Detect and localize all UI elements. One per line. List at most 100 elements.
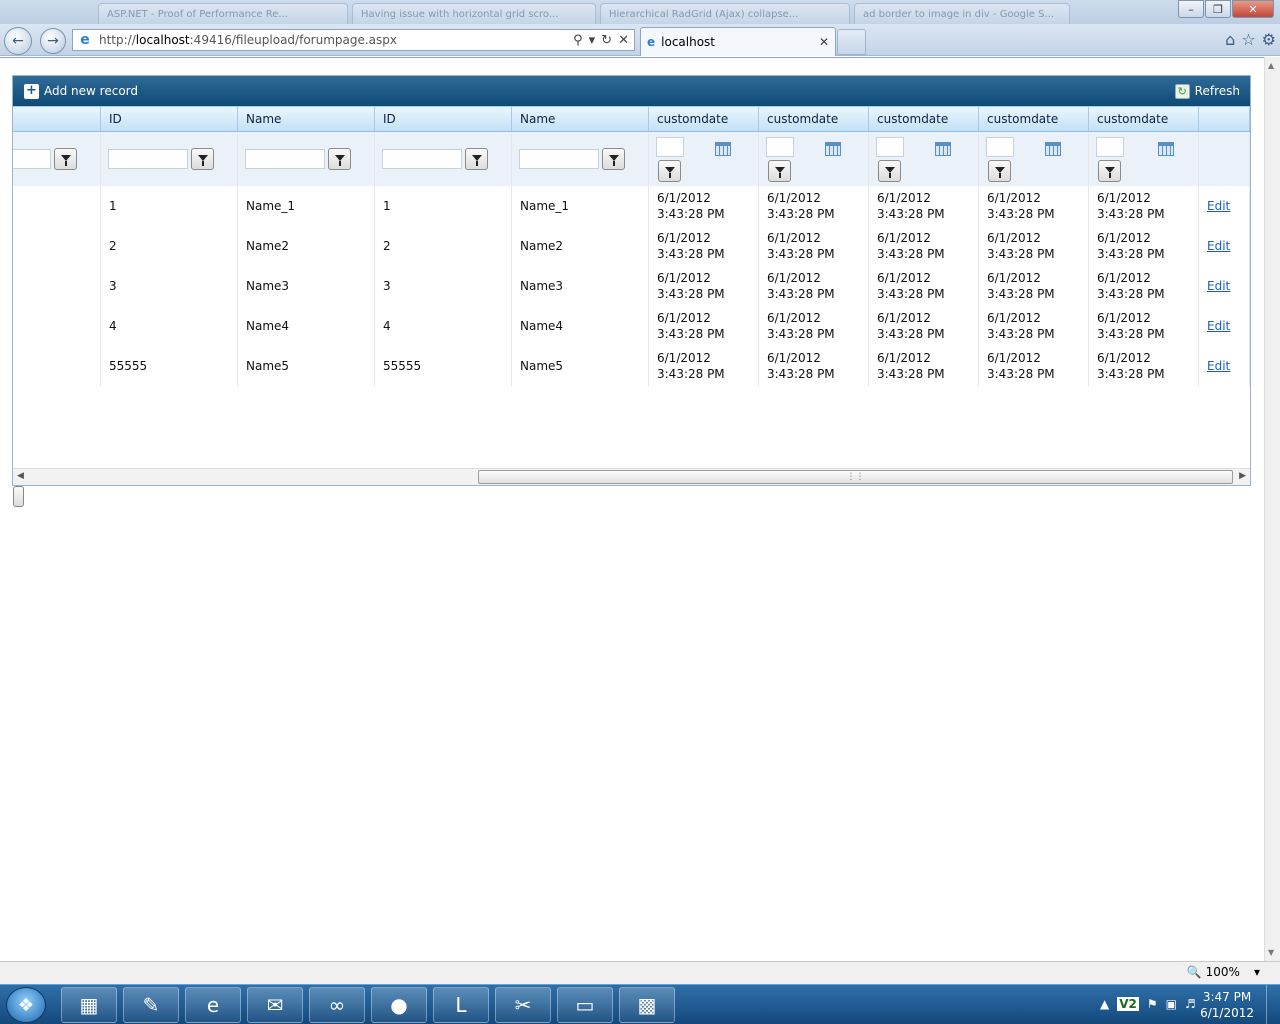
column-header-customdate-4[interactable]: customdate (979, 107, 1089, 131)
filter-input-id[interactable] (108, 149, 188, 169)
horizontal-scrollbar[interactable]: ◀ ⋮⋮ ▶ (13, 468, 1250, 485)
filter-button[interactable] (54, 148, 77, 170)
taskbar-app-1[interactable]: ▦ (61, 987, 117, 1023)
zoom-control[interactable]: 🔍 100% ▾ (1187, 965, 1260, 979)
background-tab-1[interactable]: ASP.NET - Proof of Performance Re... (98, 3, 348, 25)
calendar-icon[interactable] (1158, 142, 1174, 156)
network-status-icon[interactable]: ▣ (1166, 997, 1177, 1011)
taskbar-app-10[interactable]: ▩ (619, 987, 675, 1023)
filter-input[interactable] (13, 149, 51, 169)
clock[interactable]: 3:47 PM 6/1/2012 (1200, 989, 1254, 1021)
show-desktop-button[interactable] (1266, 985, 1280, 1024)
show-hidden-icons-icon[interactable]: ▲ (1100, 997, 1109, 1011)
tray-app-label[interactable]: V2 (1117, 997, 1139, 1011)
refresh-button[interactable]: ↻ Refresh (1174, 83, 1240, 99)
column-header-customdate-5[interactable]: customdate (1089, 107, 1199, 131)
background-tab-4[interactable]: ad border to image in div - Google S... (854, 3, 1070, 25)
edit-link[interactable]: Edit (1207, 359, 1230, 373)
date-filter-button[interactable] (1098, 160, 1121, 182)
scroll-right-icon[interactable]: ▶ (1239, 471, 1246, 481)
column-header-name-2[interactable]: Name (512, 107, 649, 131)
address-url[interactable]: http://localhost:49416/fileupload/forump… (99, 33, 573, 47)
date-filter-button[interactable] (658, 160, 681, 182)
date-filter-input[interactable] (876, 137, 904, 157)
filter-input-name[interactable] (245, 149, 325, 169)
edit-link[interactable]: Edit (1207, 319, 1230, 333)
scroll-left-icon[interactable]: ◀ (17, 471, 24, 481)
refresh-icon[interactable]: ↻ (601, 33, 612, 48)
tools-gear-icon[interactable]: ⚙ (1262, 30, 1276, 49)
scroll-down-icon[interactable]: ▼ (1268, 948, 1274, 957)
taskbar-app-9[interactable]: ▭ (557, 987, 613, 1023)
taskbar-app-2[interactable]: ✎ (123, 987, 179, 1023)
url-path: :49416/fileupload/forumpage.aspx (189, 33, 397, 47)
date-filter-input[interactable] (766, 137, 794, 157)
filter-cell-name (238, 132, 375, 186)
edit-link[interactable]: Edit (1207, 199, 1230, 213)
column-header-customdate-2[interactable]: customdate (759, 107, 869, 131)
pager-handle[interactable] (13, 486, 24, 507)
column-header-customdate-3[interactable]: customdate (869, 107, 979, 131)
column-header-name[interactable]: Name (238, 107, 375, 131)
close-window-button[interactable]: ✕ (1232, 0, 1274, 18)
filter-button-id[interactable] (191, 148, 214, 170)
horizontal-scroll-thumb[interactable]: ⋮⋮ (478, 470, 1233, 484)
favorites-star-icon[interactable]: ☆ (1241, 30, 1255, 49)
dropdown-arrow-icon[interactable]: ▾ (589, 33, 596, 48)
filter-cell-customdate-3 (869, 132, 979, 186)
date-filter-input[interactable] (656, 137, 684, 157)
background-tab-3[interactable]: Hierarchical RadGrid (Ajax) collapse... (600, 3, 850, 25)
active-tab[interactable]: e localhost ✕ (640, 27, 836, 56)
taskbar-app-3[interactable]: e (185, 987, 241, 1023)
command-icons: ⌂ ☆ ⚙ (1225, 30, 1276, 49)
date-filter-input[interactable] (986, 137, 1014, 157)
search-icon[interactable]: ⚲ (573, 33, 583, 48)
add-new-record-button[interactable]: + Add new record (24, 83, 138, 99)
address-bar[interactable]: e http://localhost:49416/fileupload/foru… (72, 29, 635, 51)
restore-button[interactable]: ❐ (1205, 0, 1231, 18)
home-icon[interactable]: ⌂ (1225, 30, 1235, 49)
tab-close-icon[interactable]: ✕ (819, 35, 835, 49)
cell-customdate: 6/1/2012 3:43:28 PM (979, 306, 1089, 346)
calendar-icon[interactable] (715, 142, 731, 156)
vertical-scrollbar[interactable]: ▲ ▼ (1264, 57, 1280, 961)
column-header-id-2[interactable]: ID (375, 107, 512, 131)
back-button[interactable]: ← (4, 27, 32, 55)
background-tab-2[interactable]: Having issue with horizontal grid scro..… (352, 3, 596, 25)
column-header-id[interactable]: ID (101, 107, 238, 131)
new-tab-button[interactable] (837, 29, 866, 55)
chevron-down-icon[interactable]: ▾ (1254, 965, 1260, 979)
filter-button-name-2[interactable] (602, 148, 625, 170)
cell-name: Name3 (238, 266, 375, 306)
minimize-button[interactable]: – (1178, 0, 1204, 18)
calendar-icon[interactable] (825, 142, 841, 156)
filter-button-id-2[interactable] (465, 148, 488, 170)
network-icon: ▩ (637, 993, 657, 1017)
edit-link[interactable]: Edit (1207, 279, 1230, 293)
date-filter-button[interactable] (768, 160, 791, 182)
scroll-up-icon[interactable]: ▲ (1268, 61, 1274, 70)
start-button[interactable]: ❖ (6, 987, 46, 1023)
taskbar-app-6[interactable]: ● (371, 987, 427, 1023)
filter-cell-customdate-2 (759, 132, 869, 186)
forward-button[interactable]: → (40, 28, 66, 54)
stop-icon[interactable]: ✕ (618, 33, 629, 48)
filter-input-id-2[interactable] (382, 149, 462, 169)
add-new-record-label: Add new record (44, 84, 138, 98)
taskbar-app-4[interactable]: ✉ (247, 987, 303, 1023)
date-filter-button[interactable] (878, 160, 901, 182)
filter-button-name[interactable] (328, 148, 351, 170)
volume-icon[interactable]: ♬ (1185, 997, 1196, 1011)
filter-input-name-2[interactable] (519, 149, 599, 169)
date-filter-input[interactable] (1096, 137, 1124, 157)
taskbar-app-7[interactable]: L (433, 987, 489, 1023)
calendar-icon[interactable] (935, 142, 951, 156)
date-filter-button[interactable] (988, 160, 1011, 182)
edit-link[interactable]: Edit (1207, 239, 1230, 253)
action-center-icon[interactable]: ⚑ (1147, 997, 1158, 1011)
taskbar-app-8[interactable]: ✂ (495, 987, 551, 1023)
taskbar-app-5[interactable]: ∞ (309, 987, 365, 1023)
column-header-customdate-1[interactable]: customdate (649, 107, 759, 131)
calendar-icon[interactable] (1045, 142, 1061, 156)
grid-command-bar: + Add new record ↻ Refresh (13, 76, 1250, 106)
